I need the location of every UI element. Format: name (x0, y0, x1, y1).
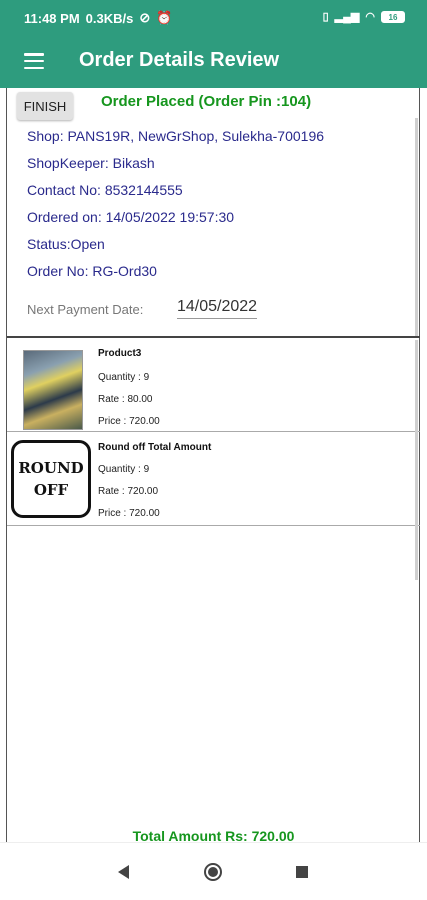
shopkeeper-info: ShopKeeper: Bikash (27, 155, 155, 171)
vibrate-icon: ▯ (322, 11, 329, 23)
order-placed-heading: Order Placed (Order Pin :104) (101, 93, 312, 110)
status-dnd-icon: ⊘ (139, 10, 151, 25)
product-name: Product3 (98, 348, 142, 359)
product-rate: Rate : 80.00 (98, 394, 153, 405)
status-info: Status:Open (27, 236, 105, 252)
navigation-bar (0, 842, 427, 900)
battery-icon: 16 (381, 10, 405, 23)
product-price: Price : 720.00 (98, 508, 160, 519)
app-bar: Order Details Review (0, 34, 427, 88)
list-item[interactable]: Product3 Quantity : 9 Rate : 80.00 Price… (7, 340, 420, 432)
finish-button[interactable]: FINISH (17, 92, 73, 120)
product-rate: Rate : 720.00 (98, 486, 159, 497)
hamburger-menu-icon[interactable] (24, 53, 44, 69)
product-price: Price : 720.00 (98, 416, 160, 427)
product-name: Round off Total Amount (98, 442, 212, 453)
recent-apps-icon[interactable] (296, 866, 308, 878)
wifi-icon: ◠ (365, 11, 375, 23)
scrollbar[interactable] (415, 118, 418, 338)
status-alarm-icon: ⏰ (156, 10, 173, 25)
home-icon[interactable] (204, 863, 222, 881)
shop-info: Shop: PANS19R, NewGrShop, Sulekha-700196 (27, 128, 325, 144)
ordered-on-info: Ordered on: 14/05/2022 19:57:30 (27, 209, 235, 225)
back-icon[interactable] (118, 865, 129, 879)
status-bar: 11:48 PM 0.3KB/s ⊘ ⏰ ▯ ▂▄▆ ◠ 16 (0, 0, 427, 34)
order-content: FINISH Order Placed (Order Pin :104) Sho… (6, 88, 420, 842)
next-payment-label: Next Payment Date: (27, 302, 144, 317)
round-off-image-line1: ROUND (18, 459, 84, 477)
order-no-info: Order No: RG-Ord30 (27, 263, 157, 279)
round-off-image: ROUND OFF (11, 440, 91, 518)
signal-icon: ▂▄▆ (334, 11, 360, 23)
next-payment-date-field[interactable]: 14/05/2022 (177, 298, 258, 319)
status-speed: 0.3KB/s (85, 10, 134, 26)
list-scrollbar[interactable] (415, 340, 418, 580)
round-off-image-line2: OFF (33, 481, 69, 499)
product-image (23, 350, 83, 430)
contact-info: Contact No: 8532144555 (27, 182, 183, 198)
list-item[interactable]: ROUND OFF Round off Total Amount Quantit… (7, 434, 420, 526)
product-quantity: Quantity : 9 (98, 372, 150, 383)
status-time: 11:48 PM (24, 10, 80, 26)
divider (7, 336, 420, 338)
page-title: Order Details Review (79, 49, 280, 71)
product-quantity: Quantity : 9 (98, 464, 150, 475)
